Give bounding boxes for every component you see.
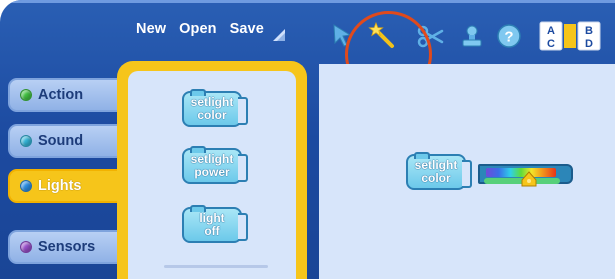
tab-action[interactable]: Action: [8, 78, 122, 112]
abcd-a: A: [547, 25, 555, 37]
canvas-block-setlight-color[interactable]: setlight color: [406, 152, 472, 190]
file-menu: New Open Save: [136, 21, 264, 37]
palette-block-setlight-power[interactable]: setlight power: [182, 146, 248, 184]
menu-save[interactable]: Save: [230, 21, 264, 37]
tab-sound[interactable]: Sound: [8, 124, 122, 158]
abcd-d: D: [585, 38, 593, 50]
magic-wand-icon[interactable]: [368, 22, 396, 50]
cyan-dot-icon: [20, 135, 32, 147]
tab-lights-label: Lights: [38, 178, 82, 194]
blue-dot-icon: [20, 180, 32, 192]
scissors-icon[interactable]: [416, 22, 444, 50]
block-line-2: color: [421, 171, 451, 185]
help-icon[interactable]: ?: [495, 22, 523, 50]
window-resize-icon[interactable]: [272, 28, 286, 42]
tab-action-label: Action: [38, 87, 84, 103]
tab-lights[interactable]: Lights: [8, 169, 134, 203]
abcd-c: C: [547, 38, 555, 50]
stamp-icon[interactable]: [458, 22, 486, 50]
abcd-grid-icon[interactable]: A B C D: [538, 21, 602, 51]
palette-divider: [164, 265, 268, 268]
tab-sensors-label: Sensors: [38, 239, 96, 255]
block-line-2: power: [194, 165, 230, 179]
arrow-pointer-icon[interactable]: [330, 22, 358, 50]
tab-sound-label: Sound: [38, 133, 84, 149]
palette-block-light-off[interactable]: light off: [182, 205, 248, 243]
abcd-b: B: [585, 25, 593, 37]
color-slider-thumb[interactable]: [521, 171, 537, 187]
tab-sensors[interactable]: Sensors: [8, 230, 122, 264]
purple-dot-icon: [20, 241, 32, 253]
app-frame: New Open Save ? A B C D Action Sound Lig…: [0, 0, 615, 279]
green-dot-icon: [20, 89, 32, 101]
menu-new[interactable]: New: [136, 21, 166, 37]
block-line-2: off: [204, 224, 220, 238]
palette-block-setlight-color[interactable]: setlight color: [182, 89, 248, 127]
block-line-2: color: [197, 108, 227, 122]
menu-open[interactable]: Open: [179, 21, 216, 37]
help-glyph: ?: [504, 29, 513, 46]
